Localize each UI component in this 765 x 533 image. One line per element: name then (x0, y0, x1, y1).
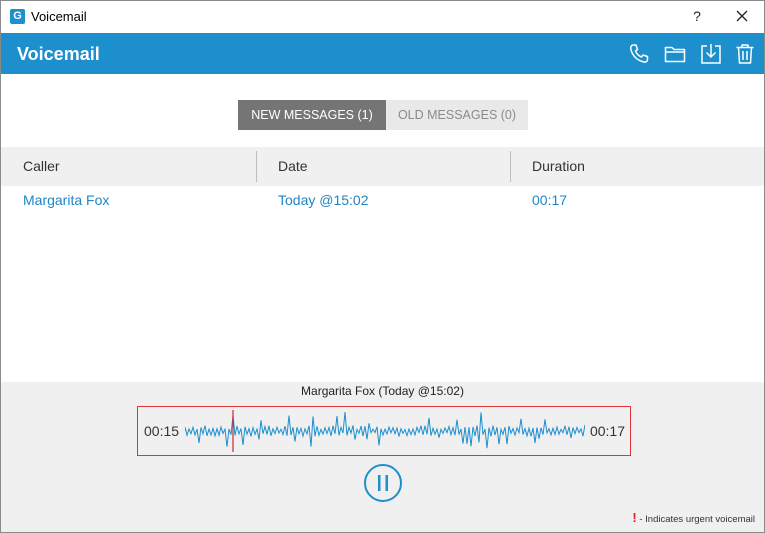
download-icon[interactable] (699, 42, 723, 66)
phone-icon[interactable] (627, 42, 651, 66)
audio-waveform[interactable] (185, 407, 585, 455)
urgent-legend: ! - Indicates urgent voicemail (632, 510, 755, 525)
tab-new-messages[interactable]: NEW MESSAGES (1) (238, 100, 386, 130)
header-bar: Voicemail (1, 33, 764, 74)
folder-icon[interactable] (663, 42, 687, 66)
close-button[interactable] (732, 6, 752, 26)
trash-icon[interactable] (733, 42, 757, 66)
total-time: 00:17 (589, 423, 625, 439)
column-header-date[interactable]: Date (278, 147, 308, 186)
caller-cell[interactable]: Margarita Fox (23, 186, 109, 214)
pause-icon (378, 475, 388, 491)
player-title: Margarita Fox (Today @15:02) (301, 384, 464, 398)
voicemail-player: Margarita Fox (Today @15:02) 00:15 00:17… (1, 382, 764, 532)
voicemail-window: G Voicemail ? Voicemail NEW MESSAGES (1)… (0, 0, 765, 533)
table-header: Caller Date Duration (1, 147, 764, 186)
column-header-duration[interactable]: Duration (532, 147, 585, 186)
column-divider[interactable] (256, 151, 257, 182)
title-bar: G Voicemail ? (1, 1, 764, 32)
urgent-mark-icon: ! (632, 510, 637, 525)
urgent-legend-text: - Indicates urgent voicemail (639, 514, 755, 525)
column-divider[interactable] (510, 151, 511, 182)
help-button[interactable]: ? (687, 6, 707, 26)
window-title: Voicemail (31, 9, 87, 24)
tab-old-messages[interactable]: OLD MESSAGES (0) (386, 100, 528, 130)
pause-button[interactable] (363, 463, 403, 503)
duration-cell[interactable]: 00:17 (532, 186, 567, 214)
table-row[interactable]: Margarita Fox Today @15:02 00:17 (1, 186, 764, 214)
close-icon (736, 10, 748, 22)
waveform-trace (185, 411, 585, 449)
page-title: Voicemail (17, 44, 100, 64)
app-logo-icon: G (10, 9, 25, 24)
elapsed-time: 00:15 (144, 423, 180, 439)
date-cell[interactable]: Today @15:02 (278, 186, 369, 214)
column-header-caller[interactable]: Caller (23, 147, 60, 186)
waveform-panel: 00:15 00:17 (137, 406, 631, 456)
